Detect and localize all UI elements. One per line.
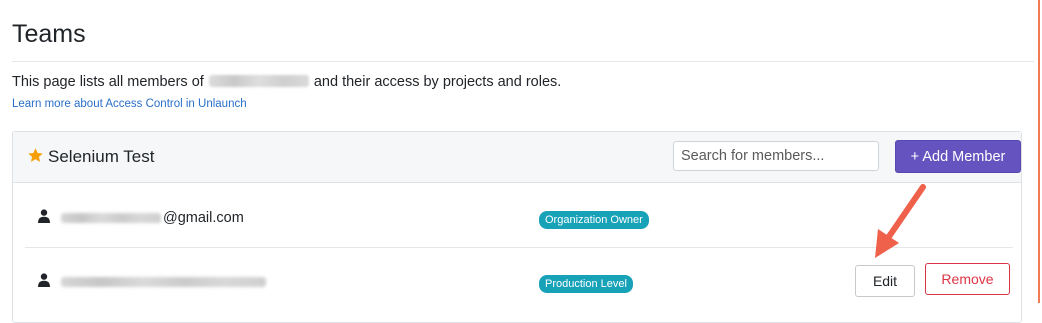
- search-members-input[interactable]: [673, 141, 879, 171]
- description-text-before: This page lists all members of: [12, 74, 204, 90]
- star-icon: [27, 147, 44, 169]
- row-divider: [25, 247, 1013, 248]
- role-badge: Production Level: [539, 275, 633, 293]
- page-title: Teams: [12, 20, 86, 48]
- user-icon: [38, 273, 50, 292]
- page-edge-accent: [1038, 0, 1040, 303]
- team-card-header: Selenium Test + Add Member: [13, 132, 1021, 183]
- team-name: Selenium Test: [48, 147, 155, 166]
- member-row: Production Level Edit Remove: [13, 247, 1021, 311]
- redacted-organization-name: [208, 75, 309, 87]
- member-email: @gmail.com: [163, 210, 244, 226]
- page-description: This page lists all members of and their…: [12, 74, 561, 90]
- remove-member-button[interactable]: Remove: [925, 263, 1010, 295]
- user-icon: [38, 209, 50, 228]
- team-card: Selenium Test + Add Member @gmail.com Or…: [12, 131, 1022, 323]
- add-member-button[interactable]: + Add Member: [895, 140, 1021, 173]
- description-text-after: and their access by projects and roles.: [313, 74, 562, 90]
- learn-more-link[interactable]: Learn more about Access Control in Unlau…: [12, 98, 247, 110]
- redacted-member-email: [61, 277, 266, 287]
- redacted-email-prefix: [61, 213, 161, 223]
- member-row: @gmail.com Organization Owner: [13, 183, 1021, 247]
- edit-member-button[interactable]: Edit: [855, 265, 915, 297]
- title-divider: [12, 61, 1034, 62]
- role-badge: Organization Owner: [539, 211, 649, 229]
